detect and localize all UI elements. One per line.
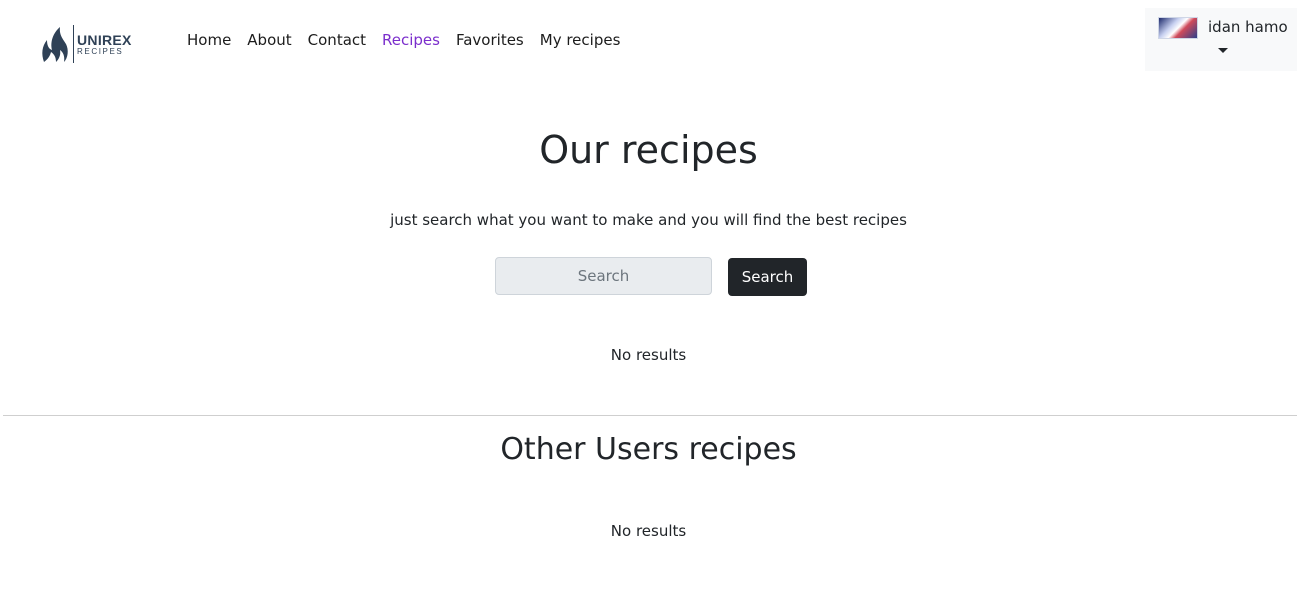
avatar: [1158, 17, 1198, 39]
other-users-no-results: No results: [610, 522, 687, 540]
brand-subtitle: RECIPES: [77, 46, 124, 56]
user-menu[interactable]: idan hamo: [1145, 8, 1297, 71]
nav-links: Home About Contact Recipes Favorites My …: [187, 29, 636, 51]
brand-name: UNIREX: [77, 31, 132, 48]
flame-logo-icon: [42, 27, 68, 62]
caret-down-icon[interactable]: [1218, 48, 1228, 53]
recipes-no-results: No results: [610, 346, 687, 364]
nav-link-home[interactable]: Home: [187, 31, 231, 49]
brand-text: UNIREX RECIPES: [77, 33, 132, 56]
page-subtitle: just search what you want to make and yo…: [390, 211, 907, 229]
brand-logo[interactable]: UNIREX RECIPES: [40, 22, 135, 66]
page: UNIREX RECIPES Home About Contact Recipe…: [0, 0, 1297, 604]
nav-link-recipes[interactable]: Recipes: [382, 31, 440, 49]
user-name: idan hamo: [1208, 18, 1288, 36]
page-title: Our recipes: [539, 128, 758, 172]
navbar: UNIREX RECIPES Home About Contact Recipe…: [0, 0, 1297, 80]
nav-link-contact[interactable]: Contact: [308, 31, 366, 49]
nav-link-about[interactable]: About: [247, 31, 291, 49]
search-button[interactable]: Search: [728, 258, 807, 296]
section-divider: [3, 415, 1297, 416]
other-users-title: Other Users recipes: [500, 432, 797, 467]
search-input[interactable]: [495, 257, 712, 295]
brand-divider: [73, 25, 74, 63]
nav-link-favorites[interactable]: Favorites: [456, 31, 524, 49]
nav-link-my-recipes[interactable]: My recipes: [540, 31, 621, 49]
